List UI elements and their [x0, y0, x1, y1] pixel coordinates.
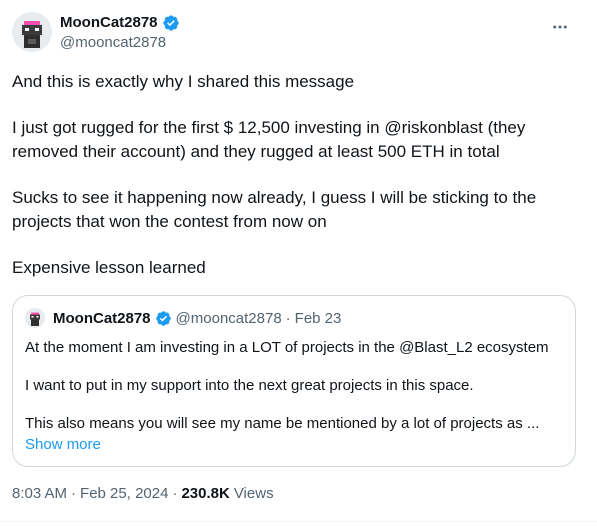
- quoted-display-name: MoonCat2878: [53, 309, 151, 327]
- tweet-paragraph: Expensive lesson learned: [12, 258, 206, 277]
- verified-badge-icon: [155, 310, 172, 327]
- tweet-date[interactable]: Feb 25, 2024: [80, 485, 168, 502]
- quoted-text: At the moment I am investing in a LOT of…: [25, 338, 565, 434]
- meta-separator: ·: [71, 485, 77, 502]
- tweet-metadata: 8:03 AM · Feb 25, 2024 · 230.8K Views: [12, 485, 274, 502]
- tweet-paragraph: Sucks to see it happening now already, I…: [12, 188, 537, 231]
- author-avatar[interactable]: [12, 12, 52, 52]
- quoted-date: Feb 23: [294, 309, 342, 327]
- more-options-button[interactable]: [543, 10, 577, 44]
- quoted-tweet[interactable]: MoonCat2878 @mooncat2878 · Feb 23 At the…: [12, 295, 576, 467]
- tweet: MoonCat2878 @mooncat2878 And this is exa…: [0, 0, 597, 527]
- author-name-row: MoonCat2878: [60, 13, 180, 33]
- quoted-handle: @mooncat2878: [175, 309, 282, 327]
- meta-separator: ·: [172, 485, 178, 502]
- quoted-separator: ·: [285, 309, 291, 327]
- tweet-paragraph: I just got rugged for the first $ 12,500…: [12, 118, 526, 161]
- quoted-paragraph: This also means you will see my name be …: [25, 415, 540, 432]
- show-more-link[interactable]: Show more: [25, 436, 101, 453]
- more-horizontal-icon: [553, 25, 567, 29]
- quoted-paragraph: At the moment I am investing in a LOT of…: [25, 339, 549, 356]
- tweet-paragraph: And this is exactly why I shared this me…: [12, 72, 355, 91]
- divider: [0, 521, 597, 522]
- tweet-text: And this is exactly why I shared this me…: [12, 70, 582, 280]
- verified-badge-icon: [162, 14, 180, 32]
- views-label[interactable]: Views: [234, 485, 274, 502]
- quoted-avatar: [25, 308, 45, 328]
- tweet-time[interactable]: 8:03 AM: [12, 485, 67, 502]
- views-count[interactable]: 230.8K: [181, 485, 229, 502]
- quoted-paragraph: I want to put in my support into the nex…: [25, 377, 474, 394]
- author-handle[interactable]: @mooncat2878: [60, 33, 166, 53]
- quoted-header: MoonCat2878 @mooncat2878 · Feb 23: [25, 308, 341, 328]
- author-display-name[interactable]: MoonCat2878: [60, 13, 158, 33]
